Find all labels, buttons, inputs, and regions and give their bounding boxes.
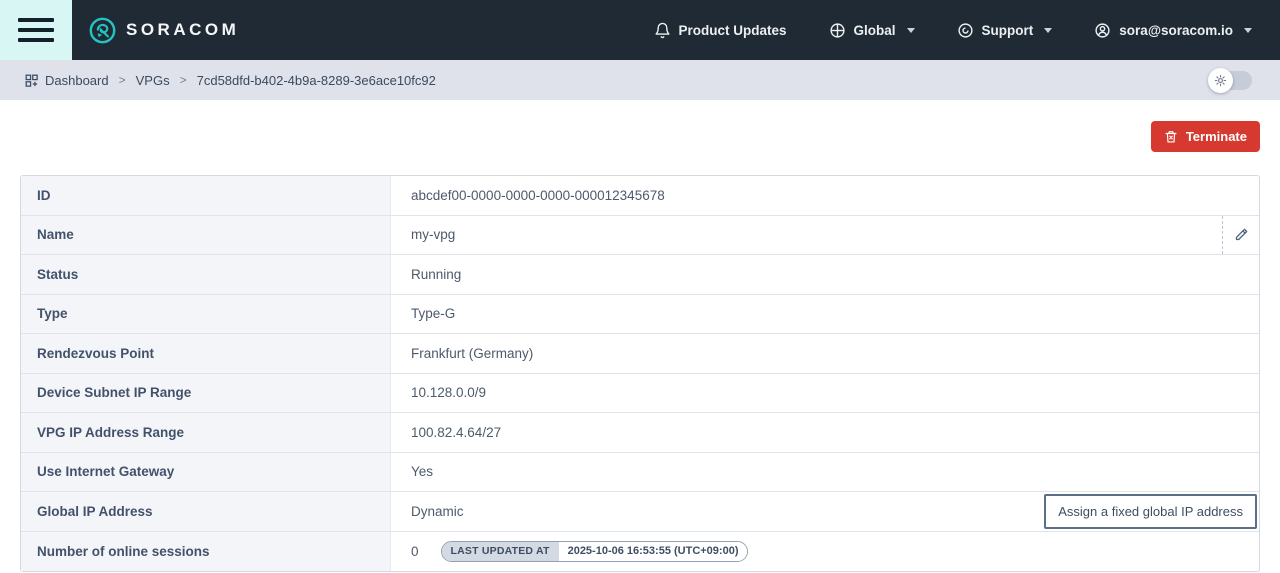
- breadcrumb-bar: Dashboard > VPGs > 7cd58dfd-b402-4b9a-82…: [0, 60, 1280, 100]
- support-icon: [957, 22, 974, 39]
- terminate-label: Terminate: [1186, 129, 1247, 144]
- table-row-name: Name my-vpg: [21, 216, 1259, 256]
- vpg-type-value: Type-G: [411, 306, 455, 321]
- row-label-global-ip: Global IP Address: [21, 492, 391, 531]
- row-label-online-sessions: Number of online sessions: [21, 532, 391, 572]
- bell-icon: [654, 22, 671, 39]
- vpg-name-value: my-vpg: [411, 227, 455, 242]
- row-label-rendezvous-point: Rendezvous Point: [21, 334, 391, 373]
- page-actions: Terminate: [20, 121, 1260, 152]
- vpg-ip-range-value: 100.82.4.64/27: [411, 425, 501, 440]
- last-updated-badge: LAST UPDATED AT 2025-10-06 16:53:55 (UTC…: [441, 541, 749, 562]
- vpg-status-value: Running: [411, 267, 461, 282]
- support-dropdown[interactable]: Support: [957, 22, 1053, 39]
- terminate-button[interactable]: Terminate: [1151, 121, 1260, 152]
- chevron-down-icon: [1244, 28, 1252, 33]
- table-row-vpg-ip-range: VPG IP Address Range 100.82.4.64/27: [21, 413, 1259, 453]
- row-label-status: Status: [21, 255, 391, 294]
- last-updated-badge-label: LAST UPDATED AT: [442, 542, 559, 561]
- brand-wordmark: SORACOM: [126, 20, 239, 40]
- table-row-internet-gateway: Use Internet Gateway Yes: [21, 453, 1259, 493]
- chevron-down-icon: [907, 28, 915, 33]
- breadcrumb-vpgs-link[interactable]: VPGs: [136, 73, 170, 88]
- row-label-internet-gateway: Use Internet Gateway: [21, 453, 391, 492]
- table-row-status: Status Running: [21, 255, 1259, 295]
- dashboard-grid-icon: [24, 73, 39, 88]
- vpg-online-sessions-value: 0: [411, 544, 419, 559]
- navbar-right-menu: Product Updates Global Support sora@sora…: [654, 22, 1280, 39]
- breadcrumb-separator: >: [180, 73, 187, 87]
- support-label: Support: [982, 23, 1034, 38]
- hamburger-icon: [18, 18, 54, 22]
- global-label: Global: [854, 23, 896, 38]
- row-label-device-subnet: Device Subnet IP Range: [21, 374, 391, 413]
- row-label-name: Name: [21, 216, 391, 255]
- vpg-detail-page: Terminate ID abcdef00-0000-0000-0000-000…: [0, 121, 1280, 572]
- table-row-global-ip: Global IP Address Dynamic Assign a fixed…: [21, 492, 1259, 532]
- last-updated-badge-timestamp: 2025-10-06 16:53:55 (UTC+09:00): [559, 542, 748, 561]
- account-dropdown[interactable]: sora@soracom.io: [1094, 22, 1252, 39]
- table-row-type: Type Type-G: [21, 295, 1259, 335]
- breadcrumb: Dashboard > VPGs > 7cd58dfd-b402-4b9a-82…: [24, 73, 436, 88]
- product-updates-label: Product Updates: [679, 23, 787, 38]
- trash-icon: [1164, 130, 1178, 144]
- table-row-id: ID abcdef00-0000-0000-0000-000012345678: [21, 176, 1259, 216]
- row-label-vpg-ip-range: VPG IP Address Range: [21, 413, 391, 452]
- table-row-online-sessions: Number of online sessions 0 LAST UPDATED…: [21, 532, 1259, 572]
- hamburger-menu-button[interactable]: [0, 0, 72, 60]
- breadcrumb-dashboard-link[interactable]: Dashboard: [24, 73, 109, 88]
- row-label-type: Type: [21, 295, 391, 334]
- sun-icon: [1214, 74, 1227, 87]
- product-updates-button[interactable]: Product Updates: [654, 22, 787, 39]
- vpg-internet-gateway-value: Yes: [411, 464, 433, 479]
- vpg-id-value: abcdef00-0000-0000-0000-000012345678: [411, 188, 665, 203]
- table-row-rendezvous-point: Rendezvous Point Frankfurt (Germany): [21, 334, 1259, 374]
- chevron-down-icon: [1044, 28, 1052, 33]
- globe-icon: [829, 22, 846, 39]
- account-email-label: sora@soracom.io: [1119, 23, 1233, 38]
- vpg-device-subnet-value: 10.128.0.0/9: [411, 385, 486, 400]
- edit-name-button[interactable]: [1222, 216, 1259, 255]
- theme-toggle[interactable]: [1210, 71, 1252, 90]
- soracom-swan-icon: [89, 17, 116, 44]
- row-label-id: ID: [21, 176, 391, 215]
- breadcrumb-vpg-id: 7cd58dfd-b402-4b9a-8289-3e6ace10fc92: [197, 73, 436, 88]
- top-navbar: SORACOM Product Updates Global Support: [0, 0, 1280, 60]
- pencil-icon: [1234, 227, 1249, 242]
- assign-fixed-global-ip-button[interactable]: Assign a fixed global IP address: [1044, 494, 1257, 529]
- user-icon: [1094, 22, 1111, 39]
- vpg-rendezvous-point-value: Frankfurt (Germany): [411, 346, 533, 361]
- vpg-global-ip-value: Dynamic: [411, 504, 464, 519]
- table-row-device-subnet: Device Subnet IP Range 10.128.0.0/9: [21, 374, 1259, 414]
- global-coverage-dropdown[interactable]: Global: [829, 22, 915, 39]
- soracom-logo[interactable]: SORACOM: [89, 17, 239, 44]
- breadcrumb-separator: >: [119, 73, 126, 87]
- theme-toggle-knob: [1208, 68, 1233, 93]
- vpg-detail-table: ID abcdef00-0000-0000-0000-000012345678 …: [20, 175, 1260, 572]
